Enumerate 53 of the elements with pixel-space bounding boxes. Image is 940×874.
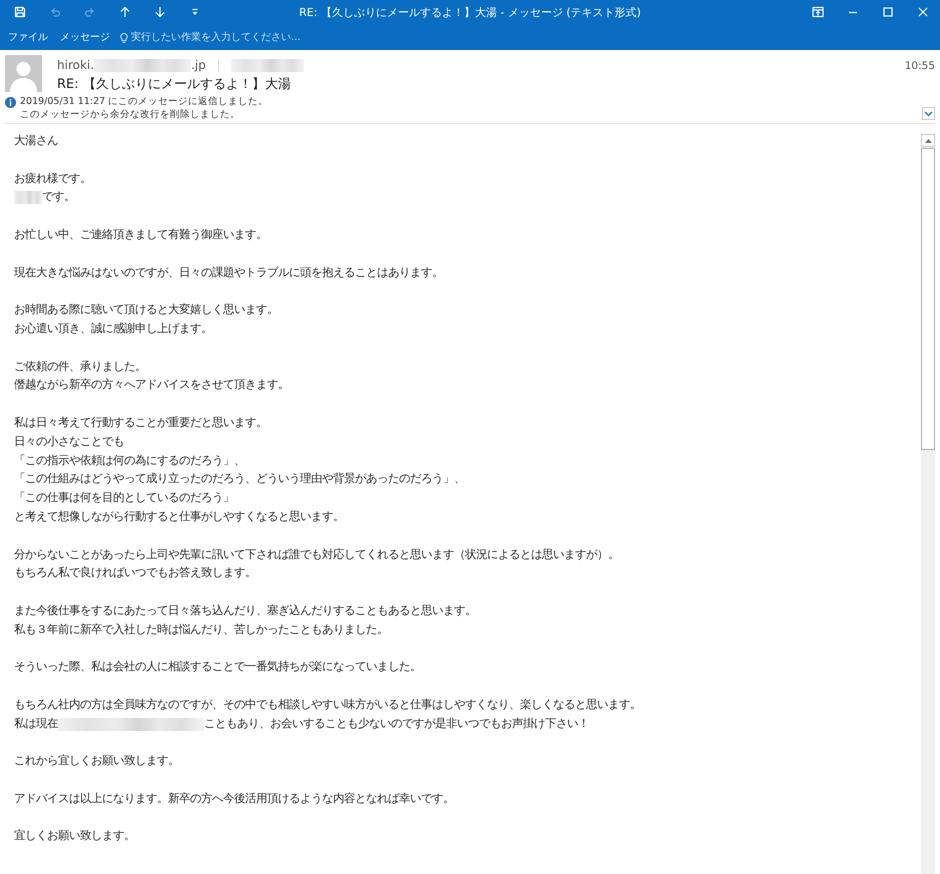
message-line: お心遣い頂き、誠に感謝申し上げます。	[14, 320, 213, 337]
message-line: 「この指示や依頼は何の為にするのだろう」、	[14, 452, 246, 469]
message-line: 僭越ながら新卒の方々へアドバイスをさせて頂きます。	[14, 377, 290, 394]
message-line: そういった際、私は会社の人に相談することで一番気持ちが楽になっていました。	[14, 659, 422, 676]
message-text: 私は現在	[14, 716, 58, 732]
expand-header-button[interactable]	[922, 107, 935, 120]
sender-address: .jp	[191, 58, 206, 72]
message-line: アドバイスは以上になります。新卒の方へ今後活用頂けるような内容となれば幸いです。	[14, 790, 455, 807]
scroll-up-button[interactable]	[921, 134, 935, 147]
undo-icon	[49, 6, 61, 18]
message-line: お疲れ様です。	[14, 170, 92, 187]
message-line: 私は日々考えて行動することが重要だと思います。	[14, 414, 268, 431]
lightbulb-icon	[120, 32, 128, 42]
message-line: また今後仕事をするにあたって日々落ち込んだり、塞ぎ込んだりすることもあると思います。	[14, 602, 477, 619]
ribbon-tab[interactable]: メッセージ	[54, 27, 116, 47]
message-time: 10:55	[904, 59, 935, 74]
message-text: です。	[42, 189, 75, 206]
up-arrow-icon	[119, 6, 131, 18]
message-line: 「この仕組みはどうやって成り立ったのだろう、どういう理由や背景があったのだろう」、	[14, 471, 466, 488]
message-line: ご依頼の件、承りました。	[14, 358, 147, 375]
sender-address: hiroki.	[57, 58, 94, 72]
message-line: 分からないことがあったら上司や先輩に訊いて下されば誰でも対応してくれると思います（状況によるとは思いますが）。	[14, 546, 620, 563]
message-line: 大湯さん	[14, 133, 59, 149]
redacted-block	[14, 191, 42, 204]
box-up-arrow-icon	[812, 6, 824, 18]
search-field[interactable]: 実行したい作業を入力してください...	[131, 30, 341, 44]
window-title: RE: 【久しぶりにメールするよ！】大湯 - メッセージ (テキスト形式)	[299, 4, 641, 20]
message-subject: RE: 【久しぶりにメールするよ！】大湯	[57, 77, 292, 93]
message-text: こともあり、お会いすることも少ないのですが是非いつでもお声掛け下さい！	[204, 716, 589, 732]
ribbon-tab[interactable]: ファイル	[2, 27, 54, 47]
message-line: 現在大きな悩みはないのですが、日々の課題やトラブルに頭を抱えることはあります。	[14, 264, 444, 281]
message-line: と考えて想像しながら行動すると仕事がしやすくなると思います。	[14, 508, 345, 525]
message-line: これから宜しくお願い致します。	[14, 753, 180, 770]
redo-icon	[84, 6, 96, 18]
save-icon	[14, 6, 26, 18]
maximize-icon	[882, 6, 894, 18]
message-line: お忙しい中、ご連絡頂きまして有難う御座います。	[14, 226, 268, 243]
message-line: 日々の小さなことでも	[14, 434, 125, 450]
info-notice: 2019/05/31 11:27 にこのメッセージに返信しました。	[20, 96, 268, 108]
message-line: もちろん社内の方は全員味方なのですが、その中でも相談しやすい味方がいると仕事はしやすくなり、楽しくなると思います。	[14, 696, 642, 713]
avatar-icon	[5, 55, 42, 92]
message-line: もちろん私で良ければいつでもお答え致します。	[14, 565, 257, 582]
message-line: 宜しくお願い致します。	[14, 828, 136, 844]
close-icon	[916, 6, 928, 18]
down-arrow-icon	[154, 6, 166, 18]
chevron-down-icon	[924, 110, 933, 116]
info-notice: このメッセージから余分な改行を削除しました。	[20, 108, 241, 121]
scrollbar-thumb[interactable]	[921, 148, 935, 450]
message-line: 私も３年前に新卒で入社した時は悩んだり、苦しかったこともありました。	[14, 622, 389, 638]
message-line: お時間ある際に聴いて頂けると大変嬉しく思います。	[14, 302, 279, 318]
message-line: 「この仕事は何を目的としているのだろう」	[14, 490, 235, 506]
triangle-up-icon	[924, 138, 932, 142]
info-icon	[5, 97, 16, 108]
